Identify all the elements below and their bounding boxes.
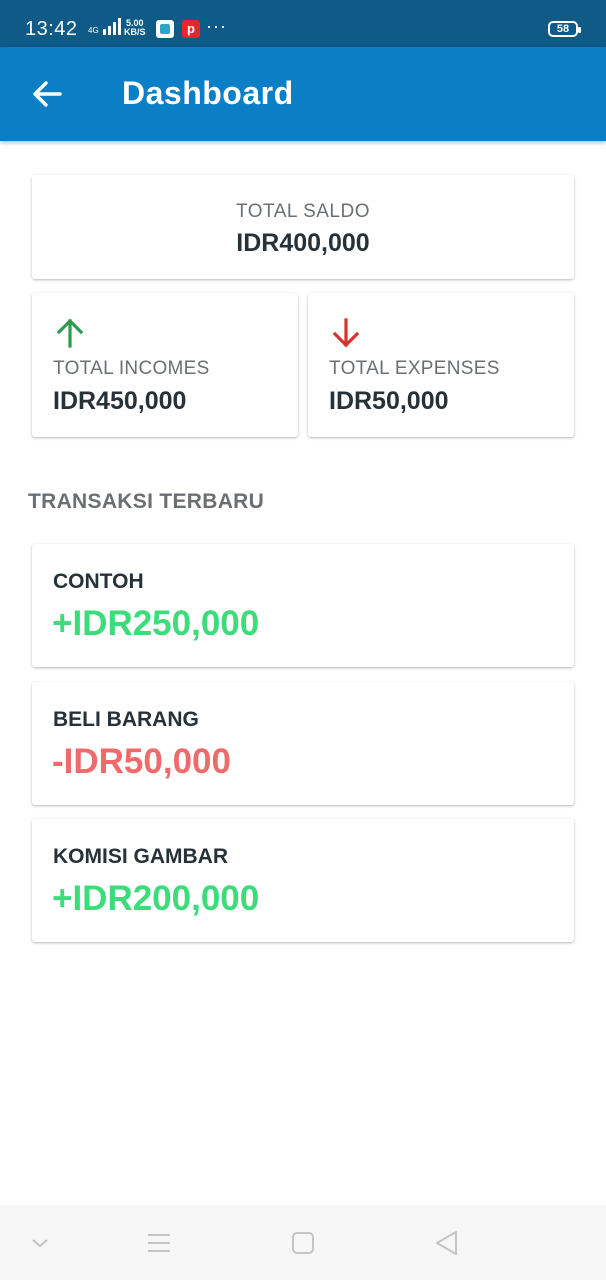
total-incomes-card: TOTAL INCOMES IDR450,000 <box>32 293 298 437</box>
pinterest-icon: p <box>182 20 200 38</box>
home-square-icon[interactable] <box>289 1229 317 1257</box>
back-arrow-icon[interactable] <box>30 77 64 111</box>
transaction-name: KOMISI GAMBAR <box>53 845 228 868</box>
arrow-down-icon <box>330 317 362 349</box>
total-incomes-label: TOTAL INCOMES <box>53 358 210 379</box>
notification-app-icon <box>156 20 174 38</box>
arrow-up-icon <box>54 317 86 349</box>
more-notifications-icon: ··· <box>206 16 227 36</box>
total-saldo-label: TOTAL SALDO <box>236 201 370 222</box>
total-incomes-value: IDR450,000 <box>53 387 187 415</box>
transaction-amount: -IDR50,000 <box>52 742 231 781</box>
transaction-amount: +IDR200,000 <box>52 879 260 918</box>
transaction-name: CONTOH <box>53 570 144 593</box>
total-saldo-value: IDR400,000 <box>236 229 370 257</box>
transaction-amount: +IDR250,000 <box>52 604 260 643</box>
total-expenses-value: IDR50,000 <box>329 387 449 415</box>
menu-icon[interactable] <box>145 1229 173 1257</box>
transaction-card[interactable]: KOMISI GAMBAR +IDR200,000 <box>32 819 574 942</box>
app-bar: Dashboard <box>0 47 606 141</box>
signal-icon: 4G <box>88 18 121 35</box>
page-title: Dashboard <box>122 75 294 111</box>
system-nav-bar <box>0 1205 606 1280</box>
transaction-card[interactable]: BELI BARANG -IDR50,000 <box>32 682 574 805</box>
back-triangle-icon[interactable] <box>433 1229 461 1257</box>
total-expenses-card: TOTAL EXPENSES IDR50,000 <box>308 293 574 437</box>
total-saldo-card: TOTAL SALDO IDR400,000 <box>32 175 574 279</box>
status-bar: 13:42 4G 5.00 KB/S p ··· 58 <box>0 0 606 47</box>
recent-transactions-title: TRANSAKSI TERBARU <box>28 490 265 513</box>
data-speed: 5.00 KB/S <box>124 18 146 37</box>
status-time: 13:42 <box>25 18 78 40</box>
network-type: 4G <box>88 26 99 35</box>
battery-icon: 58 <box>548 21 581 37</box>
chevron-down-icon[interactable] <box>26 1229 54 1257</box>
transaction-card[interactable]: CONTOH +IDR250,000 <box>32 544 574 667</box>
total-expenses-label: TOTAL EXPENSES <box>329 358 500 379</box>
transaction-name: BELI BARANG <box>53 708 199 731</box>
